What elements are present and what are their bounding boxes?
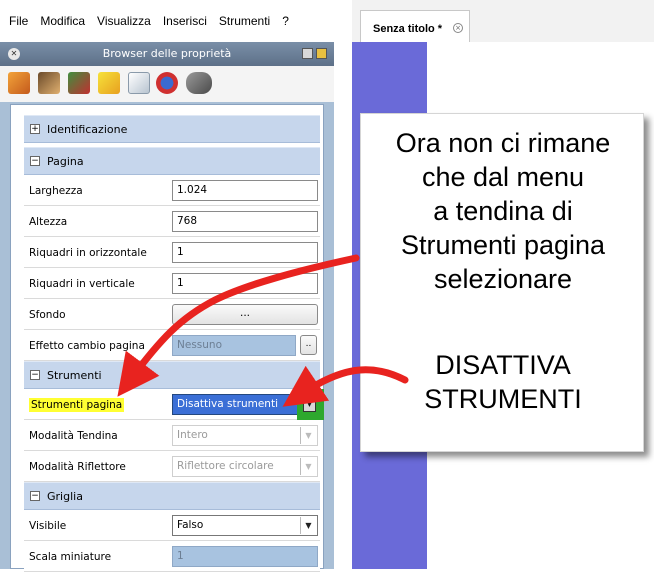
property-label: Effetto cambio pagina bbox=[29, 340, 145, 352]
chevron-down-icon[interactable]: ▼ bbox=[303, 395, 316, 412]
highlighted-label: Strumenti pagina bbox=[29, 398, 125, 412]
fill-icon[interactable] bbox=[98, 72, 120, 94]
property-row-modalita-riflettore: Modalità Riflettore Riflettore circolare… bbox=[24, 451, 320, 482]
menu-bar: File Modifica Visualizza Inserisci Strum… bbox=[0, 0, 352, 42]
property-label: Scala miniature bbox=[29, 551, 112, 563]
menu-strumenti[interactable]: Strumenti bbox=[214, 14, 277, 28]
close-icon[interactable]: × bbox=[453, 23, 463, 33]
property-row-modalita-tendina: Modalità Tendina Intero ▼ bbox=[24, 420, 320, 451]
larghezza-field[interactable]: 1.024 bbox=[172, 180, 318, 201]
modalita-tendina-dropdown[interactable]: Intero ▼ bbox=[172, 425, 318, 446]
property-row-altezza: Altezza 768 bbox=[24, 206, 320, 237]
dropdown-arrow-highlight[interactable]: ▼ bbox=[297, 389, 324, 420]
section-pagina[interactable]: − Pagina bbox=[24, 147, 320, 175]
menu-modifica[interactable]: Modifica bbox=[35, 14, 92, 28]
callout-line: STRUMENTI bbox=[424, 384, 582, 414]
dropdown-value: Intero bbox=[177, 429, 208, 441]
property-row-sfondo: Sfondo ... bbox=[24, 299, 320, 330]
altezza-field[interactable]: 768 bbox=[172, 211, 318, 232]
property-row-larghezza: Larghezza 1.024 bbox=[24, 175, 320, 206]
collapse-icon[interactable]: − bbox=[30, 370, 40, 380]
property-label: Altezza bbox=[29, 216, 68, 228]
theme-icon[interactable] bbox=[68, 72, 90, 94]
property-row-effetto-cambio-pagina: Effetto cambio pagina Nessuno .. bbox=[24, 330, 320, 361]
audio-icon[interactable] bbox=[186, 72, 212, 94]
section-griglia[interactable]: − Griglia bbox=[24, 482, 320, 510]
riquadri-orizzontale-field[interactable]: 1 bbox=[172, 242, 318, 263]
scala-miniature-field[interactable]: 1 bbox=[172, 546, 318, 567]
menu-file[interactable]: File bbox=[4, 14, 35, 28]
dropdown-value: Falso bbox=[177, 519, 204, 531]
browse-button[interactable]: .. bbox=[300, 335, 317, 355]
properties-list: + Identificazione − Pagina Larghezza 1.0… bbox=[10, 104, 324, 572]
section-identificazione[interactable]: + Identificazione bbox=[24, 115, 320, 143]
property-row-strumenti-pagina: Strumenti pagina Disattiva strumenti ▼ bbox=[24, 389, 324, 420]
dock-icon[interactable] bbox=[316, 48, 327, 59]
property-label: Riquadri in orizzontale bbox=[29, 247, 147, 259]
chevron-down-icon[interactable]: ▼ bbox=[300, 517, 316, 534]
float-icon[interactable] bbox=[302, 48, 313, 59]
tab-label: Senza titolo * bbox=[373, 23, 443, 35]
tab-senza-titolo[interactable]: Senza titolo * × bbox=[360, 10, 470, 42]
menu-inserisci[interactable]: Inserisci bbox=[158, 14, 214, 28]
property-label: Modalità Riflettore bbox=[29, 461, 126, 473]
property-row-scala-miniature: Scala miniature 1 bbox=[24, 541, 320, 572]
panel-title-bar: ✕ Browser delle proprietà bbox=[0, 42, 334, 66]
menu-help[interactable]: ? bbox=[277, 14, 296, 28]
collapse-icon[interactable]: − bbox=[30, 156, 40, 166]
section-label: Identificazione bbox=[47, 123, 128, 136]
instruction-callout: Ora non ci rimane che dal menu a tendina… bbox=[360, 113, 644, 452]
property-label: Sfondo bbox=[29, 309, 66, 321]
section-label: Strumenti bbox=[47, 369, 102, 382]
callout-line: a tendina di bbox=[433, 196, 573, 226]
property-browser-panel: ✕ Browser delle proprietà + Identificazi… bbox=[0, 42, 334, 572]
visibile-dropdown[interactable]: Falso ▼ bbox=[172, 515, 318, 536]
callout-line: Ora non ci rimane bbox=[395, 128, 611, 158]
dropdown-value: Riflettore circolare bbox=[177, 460, 274, 472]
chevron-down-icon: ▼ bbox=[300, 458, 316, 475]
document-tab-bar: Senza titolo * × bbox=[352, 0, 654, 42]
panel-toolbar bbox=[0, 66, 334, 102]
dropdown-value: Disattiva strumenti bbox=[177, 398, 278, 410]
section-label: Pagina bbox=[47, 155, 84, 168]
tool-icon[interactable] bbox=[156, 72, 178, 94]
property-row-riquadri-verticale: Riquadri in verticale 1 bbox=[24, 268, 320, 299]
effetto-cambio-pagina-field[interactable]: Nessuno bbox=[172, 335, 296, 356]
property-label: Larghezza bbox=[29, 185, 83, 197]
section-strumenti[interactable]: − Strumenti bbox=[24, 361, 320, 389]
expand-icon[interactable]: + bbox=[30, 124, 40, 134]
panel-title: Browser delle proprietà bbox=[102, 47, 232, 60]
chevron-down-icon: ▼ bbox=[300, 427, 316, 444]
callout-line: DISATTIVA bbox=[435, 350, 571, 380]
property-row-visibile: Visibile Falso ▼ bbox=[24, 510, 320, 541]
sfondo-button[interactable]: ... bbox=[172, 304, 318, 325]
property-label: Modalità Tendina bbox=[29, 430, 118, 442]
section-label: Griglia bbox=[47, 490, 83, 503]
modalita-riflettore-dropdown[interactable]: Riflettore circolare ▼ bbox=[172, 456, 318, 477]
callout-line: selezionare bbox=[433, 264, 573, 294]
page-icon[interactable] bbox=[128, 72, 150, 94]
callout-line: che dal menu bbox=[421, 162, 585, 192]
property-label: Visibile bbox=[29, 520, 67, 532]
property-label: Strumenti pagina bbox=[29, 398, 125, 412]
callout-line: Strumenti pagina bbox=[400, 230, 606, 260]
menu-visualizza[interactable]: Visualizza bbox=[92, 14, 158, 28]
wizard-icon[interactable] bbox=[8, 72, 30, 94]
transition-icon[interactable] bbox=[38, 72, 60, 94]
riquadri-verticale-field[interactable]: 1 bbox=[172, 273, 318, 294]
collapse-icon[interactable]: − bbox=[30, 491, 40, 501]
property-label: Riquadri in verticale bbox=[29, 278, 135, 290]
strumenti-pagina-dropdown[interactable]: Disattiva strumenti ▼ bbox=[172, 389, 324, 420]
property-row-riquadri-orizzontale: Riquadri in orizzontale 1 bbox=[24, 237, 320, 268]
